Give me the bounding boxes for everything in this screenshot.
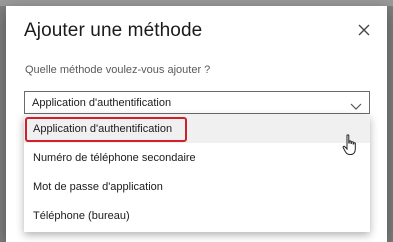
- method-select[interactable]: Application d'authentification: [24, 91, 370, 114]
- chevron-down-icon: [350, 98, 362, 110]
- hand-pointer-icon: [342, 134, 358, 156]
- dialog-title: Ajouter une méthode: [24, 20, 203, 41]
- close-icon[interactable]: [357, 23, 371, 37]
- option-secondary-phone[interactable]: Numéro de téléphone secondaire: [24, 144, 370, 172]
- option-authenticator-app[interactable]: Application d'authentification: [24, 115, 370, 143]
- option-label: Application d'authentification: [33, 123, 173, 135]
- method-select-value: Application d'authentification: [32, 97, 172, 109]
- option-label: Mot de passe d'application: [33, 181, 163, 193]
- option-app-password[interactable]: Mot de passe d'application: [24, 173, 370, 201]
- method-options-list: Application d'authentification Numéro de…: [24, 115, 370, 232]
- add-method-dialog: Ajouter une méthode Quelle méthode voule…: [6, 6, 387, 242]
- option-label: Téléphone (bureau): [33, 210, 130, 222]
- method-question-label: Quelle méthode voulez-vous ajouter ?: [25, 64, 211, 76]
- option-office-phone[interactable]: Téléphone (bureau): [24, 202, 370, 230]
- option-label: Numéro de téléphone secondaire: [33, 152, 196, 164]
